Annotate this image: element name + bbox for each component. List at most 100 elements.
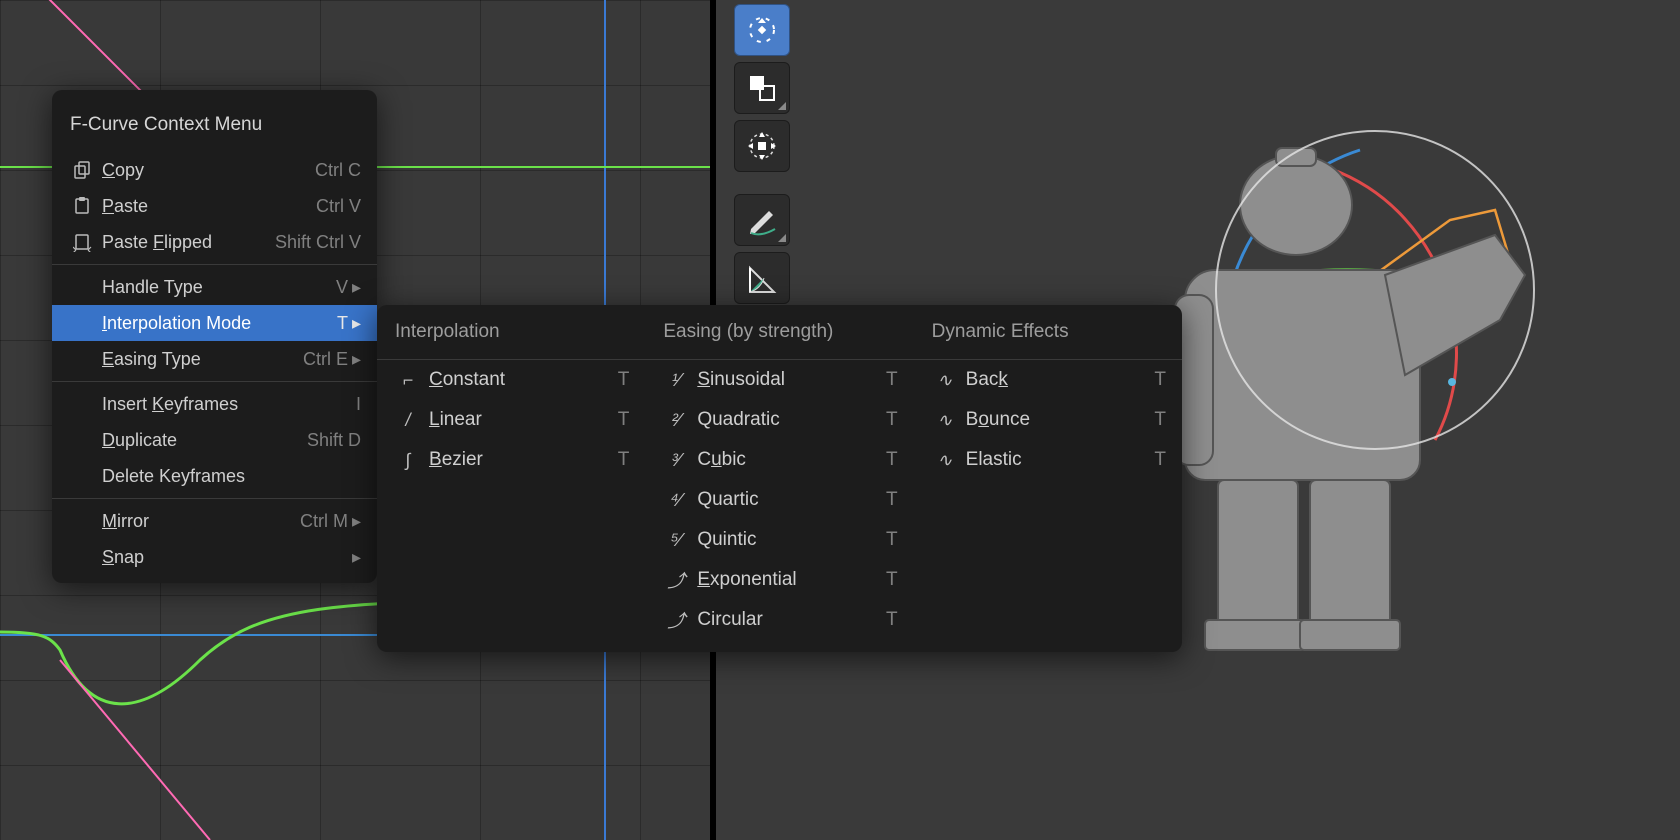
menu-item-label: Insert Keyframes — [102, 394, 348, 415]
submenu-item-quadratic[interactable]: ²⁄QuadraticT — [645, 400, 913, 440]
submenu-item-shortcut: T — [618, 449, 630, 471]
measure-icon — [746, 262, 778, 294]
tool-toolbar — [734, 0, 794, 304]
submenu-item-shortcut: T — [886, 449, 898, 471]
menu-item-shortcut: I — [356, 394, 361, 415]
pencil-icon — [745, 203, 779, 237]
interp-glyph-icon: ⁴⁄ — [661, 490, 691, 511]
submenu-item-constant[interactable]: ⌐ConstantT — [377, 360, 645, 400]
menu-item-copy[interactable]: CopyCtrl C — [52, 152, 377, 188]
submenu-item-linear[interactable]: / LinearT — [377, 400, 645, 440]
interpolation-submenu: Interpolation⌐ConstantT/LinearT∫BezierTE… — [377, 305, 1182, 652]
submenu-caret-icon: ▸ — [352, 511, 361, 532]
submenu-item-quintic[interactable]: ⁵⁄ QuinticT — [645, 520, 913, 560]
submenu-item-circular[interactable]: ⤴ CircularT — [645, 600, 913, 640]
menu-item-paste-flipped[interactable]: Paste Flipped Shift Ctrl V — [52, 224, 377, 260]
interp-glyph-icon: ⁵⁄ — [661, 530, 691, 551]
submenu-caret-icon: ▸ — [352, 277, 361, 298]
rotate-tool[interactable] — [734, 4, 790, 56]
submenu-caret-icon: ▸ — [352, 547, 361, 568]
measure-tool[interactable] — [734, 252, 790, 304]
interp-glyph-icon: ∿ — [930, 410, 960, 431]
submenu-item-shortcut: T — [1154, 409, 1166, 431]
paste-icon — [68, 196, 98, 216]
submenu-item-shortcut: T — [1154, 449, 1166, 471]
menu-item-label: Snap — [102, 547, 348, 568]
interp-glyph-icon: / — [393, 410, 423, 431]
submenu-item-shortcut: T — [886, 369, 898, 391]
paste-flip-icon — [68, 232, 98, 252]
fcurve-context-menu: F-Curve Context Menu CopyCtrl CPasteCtrl… — [52, 90, 377, 583]
interp-glyph-icon: ³⁄ — [661, 450, 691, 471]
submenu-item-bezier[interactable]: ∫ BezierT — [377, 440, 645, 480]
submenu-item-label: Linear — [429, 409, 618, 431]
menu-item-shortcut: T — [337, 313, 348, 334]
menu-item-snap[interactable]: Snap▸ — [52, 539, 377, 575]
menu-item-shortcut: Ctrl M — [300, 511, 348, 532]
gizmo-axis-dot[interactable] — [1448, 378, 1456, 386]
menu-item-label: Easing Type — [102, 349, 295, 370]
menu-item-label: Paste — [102, 196, 308, 217]
submenu-item-label: Back — [966, 369, 1155, 391]
submenu-caret-icon: ▸ — [352, 313, 361, 334]
menu-item-duplicate[interactable]: Duplicate Shift D — [52, 422, 377, 458]
scale-tool[interactable] — [734, 62, 790, 114]
submenu-item-elastic[interactable]: ∿ElasticT — [914, 440, 1182, 480]
submenu-item-label: Bezier — [429, 449, 618, 471]
annotate-tool[interactable] — [734, 194, 790, 246]
rotation-gizmo[interactable] — [1215, 130, 1535, 450]
submenu-item-shortcut: T — [1154, 369, 1166, 391]
menu-item-shortcut: V — [336, 277, 348, 298]
submenu-item-bounce[interactable]: ∿BounceT — [914, 400, 1182, 440]
submenu-item-label: Exponential — [697, 569, 886, 591]
submenu-item-shortcut: T — [886, 529, 898, 551]
menu-item-shortcut: Shift Ctrl V — [275, 232, 361, 253]
submenu-item-label: Elastic — [966, 449, 1155, 471]
interp-glyph-icon: ∫ — [393, 450, 423, 471]
copy-icon — [68, 160, 98, 180]
menu-item-shortcut: Shift D — [307, 430, 361, 451]
menu-item-label: Handle Type — [102, 277, 328, 298]
submenu-caret-icon: ▸ — [352, 349, 361, 370]
menu-item-insert-keyframes[interactable]: Insert Keyframes I — [52, 386, 377, 422]
rotate-icon — [745, 13, 779, 47]
menu-item-label: Paste Flipped — [102, 232, 267, 253]
interp-glyph-icon: ²⁄ — [661, 410, 691, 431]
context-menu-title: F-Curve Context Menu — [52, 96, 377, 152]
menu-item-easing-type[interactable]: Easing Type Ctrl E▸ — [52, 341, 377, 377]
submenu-item-label: Cubic — [697, 449, 886, 471]
submenu-item-exponential[interactable]: ⤴ExponentialT — [645, 560, 913, 600]
menu-item-label: Copy — [102, 160, 307, 181]
scale-icon — [747, 73, 777, 103]
submenu-column-header: Easing (by strength) — [645, 305, 913, 360]
submenu-item-sinusoidal[interactable]: ¹⁄SinusoidalT — [645, 360, 913, 400]
transform-tool[interactable] — [734, 120, 790, 172]
menu-item-label: Mirror — [102, 511, 292, 532]
menu-item-handle-type[interactable]: Handle Type V▸ — [52, 269, 377, 305]
menu-item-label: Duplicate — [102, 430, 299, 451]
menu-item-shortcut: Ctrl E — [303, 349, 348, 370]
interp-glyph-icon: ⤴ — [661, 567, 691, 593]
submenu-item-shortcut: T — [886, 609, 898, 631]
menu-item-interpolation-mode[interactable]: Interpolation Mode T▸ — [52, 305, 377, 341]
submenu-item-cubic[interactable]: ³⁄ CubicT — [645, 440, 913, 480]
menu-item-delete-keyframes[interactable]: Delete Keyframes — [52, 458, 377, 494]
interp-glyph-icon: ¹⁄ — [661, 370, 691, 391]
submenu-item-label: Constant — [429, 369, 618, 391]
interp-glyph-icon: ⤴ — [661, 607, 691, 633]
submenu-item-back[interactable]: ∿BackT — [914, 360, 1182, 400]
menu-item-label: Delete Keyframes — [102, 466, 361, 487]
submenu-item-label: Circular — [697, 609, 886, 631]
menu-item-paste[interactable]: PasteCtrl V — [52, 188, 377, 224]
submenu-item-shortcut: T — [886, 489, 898, 511]
submenu-item-label: Quintic — [697, 529, 886, 551]
submenu-column-header: Interpolation — [377, 305, 645, 360]
menu-item-label: Interpolation Mode — [102, 313, 329, 334]
submenu-item-shortcut: T — [618, 369, 630, 391]
submenu-item-label: Quadratic — [697, 409, 886, 431]
submenu-item-label: Quartic — [697, 489, 886, 511]
submenu-column-header: Dynamic Effects — [914, 305, 1182, 360]
submenu-item-quartic[interactable]: ⁴⁄ QuarticT — [645, 480, 913, 520]
submenu-item-shortcut: T — [618, 409, 630, 431]
menu-item-mirror[interactable]: Mirror Ctrl M▸ — [52, 503, 377, 539]
